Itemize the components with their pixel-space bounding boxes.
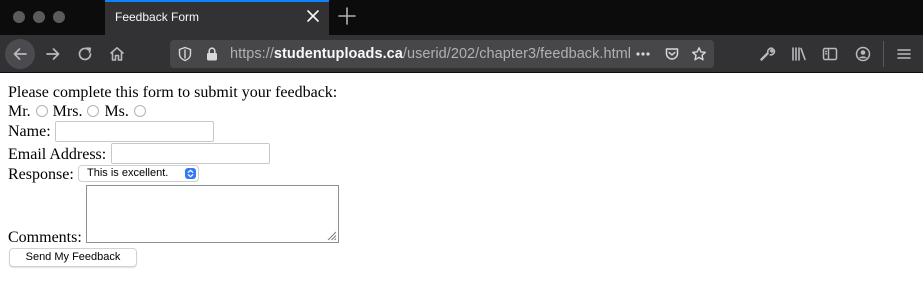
comments-label: Comments:: [8, 229, 82, 246]
tracking-shield-icon[interactable]: [177, 46, 193, 62]
radio-label-ms: Ms.: [104, 103, 129, 120]
pocket-icon[interactable]: [664, 46, 680, 62]
library-button[interactable]: [784, 39, 814, 69]
account-icon: [855, 46, 871, 62]
form-intro: Please complete this form to submit your…: [8, 84, 338, 101]
developer-tools-button[interactable]: [752, 39, 782, 69]
tab-title: Feedback Form: [115, 10, 200, 24]
radio-label-mrs: Mrs.: [52, 103, 83, 120]
title-radio-group: Mr. Mrs. Ms.: [8, 102, 151, 121]
toolbar-separator: [883, 41, 884, 67]
url-scheme: https://: [230, 46, 274, 62]
forward-button[interactable]: [38, 39, 68, 69]
active-tab-indicator: [105, 0, 329, 2]
forward-arrow-icon: [46, 48, 60, 60]
reload-button[interactable]: [70, 39, 100, 69]
email-label: Email Address:: [8, 146, 107, 163]
radio-mrs[interactable]: [87, 105, 100, 117]
url-text[interactable]: https://studentuploads.ca/userid/202/cha…: [230, 46, 631, 62]
comments-textarea[interactable]: [86, 185, 339, 243]
resize-grip-icon[interactable]: [325, 229, 337, 241]
window-close-dot[interactable]: [13, 11, 25, 23]
menu-button[interactable]: [889, 39, 919, 69]
tab-strip: Feedback Form: [0, 0, 923, 35]
menu-icon: [897, 49, 911, 59]
window-zoom-dot[interactable]: [53, 11, 65, 23]
sidebar-button[interactable]: [815, 39, 845, 69]
email-field[interactable]: [111, 143, 270, 164]
name-field[interactable]: [55, 121, 214, 142]
sidebar-icon: [822, 47, 838, 61]
wrench-icon: [760, 47, 776, 61]
select-arrows-icon: [185, 168, 196, 179]
account-button[interactable]: [848, 39, 878, 69]
radio-ms[interactable]: [133, 105, 146, 117]
send-feedback-button[interactable]: Send My Feedback: [9, 248, 137, 267]
url-path: /userid/202/chapter3/feedback.html: [402, 46, 632, 62]
new-tab-icon[interactable]: [336, 5, 358, 27]
close-icon[interactable]: [305, 8, 321, 24]
url-domain: studentuploads.ca: [273, 46, 403, 62]
radio-label-mr: Mr.: [8, 103, 31, 120]
back-arrow-icon: [13, 48, 27, 60]
response-label: Response:: [8, 166, 74, 183]
navigation-toolbar: https://studentuploads.ca/userid/202/cha…: [0, 35, 923, 73]
back-button[interactable]: [5, 39, 35, 69]
reload-icon: [78, 47, 92, 61]
tab-feedback-form[interactable]: Feedback Form: [105, 0, 329, 35]
name-label: Name:: [8, 123, 51, 140]
home-button[interactable]: [102, 39, 132, 69]
url-bar[interactable]: https://studentuploads.ca/userid/202/cha…: [170, 40, 714, 68]
response-select[interactable]: This is excellent.: [78, 165, 199, 182]
bookmark-star-icon[interactable]: [691, 46, 707, 62]
lock-icon[interactable]: [204, 46, 220, 62]
library-icon: [792, 47, 806, 61]
page-actions-icon[interactable]: [635, 46, 651, 62]
response-selected-value: This is excellent.: [87, 167, 169, 179]
window-minimize-dot[interactable]: [33, 11, 45, 23]
home-icon: [109, 47, 125, 61]
radio-mr[interactable]: [35, 105, 48, 117]
